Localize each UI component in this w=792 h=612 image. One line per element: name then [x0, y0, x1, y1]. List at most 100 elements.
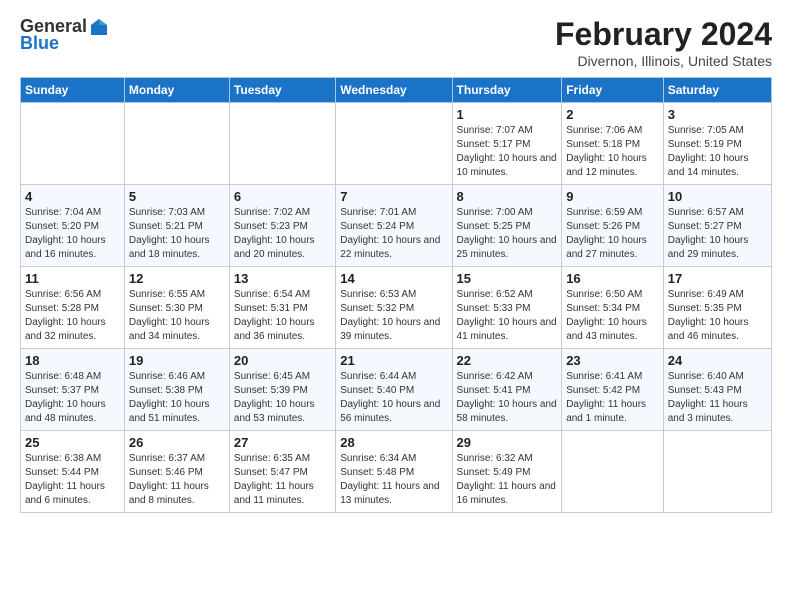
day-info: Sunrise: 7:02 AMSunset: 5:23 PMDaylight:… [234, 206, 331, 262]
col-wednesday: Wednesday [336, 78, 452, 103]
table-row: 9 Sunrise: 6:59 AMSunset: 5:26 PMDaylight… [562, 185, 664, 267]
table-row: 26 Sunrise: 6:37 AMSunset: 5:46 PMDayligh… [124, 431, 229, 513]
col-friday: Friday [562, 78, 664, 103]
table-row: 6 Sunrise: 7:02 AMSunset: 5:23 PMDaylight… [229, 185, 335, 267]
calendar-header-row: Sunday Monday Tuesday Wednesday Thursday… [21, 78, 772, 103]
table-row: 16Sunrise: 6:50 AMSunset: 5:34 PMDayligh… [562, 267, 664, 349]
day-number: 8 [457, 189, 558, 204]
day-number: 21 [340, 353, 447, 368]
day-info: Sunrise: 7:04 AMSunset: 5:20 PMDaylight:… [25, 206, 120, 262]
day-number: 24 [668, 353, 767, 368]
table-row [663, 431, 771, 513]
day-number: 25 [25, 435, 120, 450]
day-info: Sunrise: 6:44 AMSunset: 5:40 PMDaylight:… [340, 370, 447, 426]
day-info: Sunrise: 7:01 AMSunset: 5:24 PMDaylight:… [340, 206, 447, 262]
table-row: 25 Sunrise: 6:38 AMSunset: 5:44 PMDayligh… [21, 431, 125, 513]
day-info: Sunrise: 6:57 AMSunset: 5:27 PMDaylight:… [668, 206, 767, 262]
table-row: 20 Sunrise: 6:45 AMSunset: 5:39 PMDayligh… [229, 349, 335, 431]
table-row [124, 103, 229, 185]
table-row [336, 103, 452, 185]
day-info: Sunrise: 6:46 AMSunset: 5:38 PMDaylight:… [129, 370, 225, 426]
day-number: 27 [234, 435, 331, 450]
day-number: 2 [566, 107, 659, 122]
calendar-subtitle: Divernon, Illinois, United States [555, 53, 772, 69]
day-number: 23 [566, 353, 659, 368]
day-number: 10 [668, 189, 767, 204]
day-number: 4 [25, 189, 120, 204]
day-number: 22 [457, 353, 558, 368]
day-number: 29 [457, 435, 558, 450]
calendar-week-row: 4 Sunrise: 7:04 AMSunset: 5:20 PMDaylight… [21, 185, 772, 267]
day-info: Sunrise: 7:00 AMSunset: 5:25 PMDaylight:… [457, 206, 558, 262]
table-row: 29 Sunrise: 6:32 AMSunset: 5:49 PMDayligh… [452, 431, 562, 513]
day-number: 9 [566, 189, 659, 204]
day-number: 19 [129, 353, 225, 368]
table-row: 13 Sunrise: 6:54 AMSunset: 5:31 PMDayligh… [229, 267, 335, 349]
day-info: Sunrise: 6:35 AMSunset: 5:47 PMDaylight:… [234, 452, 331, 508]
table-row: 15Sunrise: 6:52 AMSunset: 5:33 PMDayligh… [452, 267, 562, 349]
col-saturday: Saturday [663, 78, 771, 103]
table-row: 12 Sunrise: 6:55 AMSunset: 5:30 PMDayligh… [124, 267, 229, 349]
page-header: General Blue February 2024 Divernon, Ill… [20, 16, 772, 69]
day-number: 18 [25, 353, 120, 368]
day-number: 20 [234, 353, 331, 368]
day-info: Sunrise: 6:53 AMSunset: 5:32 PMDaylight:… [340, 288, 447, 344]
table-row: 8 Sunrise: 7:00 AMSunset: 5:25 PMDaylight… [452, 185, 562, 267]
day-number: 12 [129, 271, 225, 286]
table-row: 28 Sunrise: 6:34 AMSunset: 5:48 PMDayligh… [336, 431, 452, 513]
col-monday: Monday [124, 78, 229, 103]
day-info: Sunrise: 6:32 AMSunset: 5:49 PMDaylight:… [457, 452, 558, 508]
table-row: 10 Sunrise: 6:57 AMSunset: 5:27 PMDayligh… [663, 185, 771, 267]
day-info: Sunrise: 6:42 AMSunset: 5:41 PMDaylight:… [457, 370, 558, 426]
day-info: Sunrise: 6:37 AMSunset: 5:46 PMDaylight:… [129, 452, 225, 508]
table-row: 21 Sunrise: 6:44 AMSunset: 5:40 PMDayligh… [336, 349, 452, 431]
table-row: 19 Sunrise: 6:46 AMSunset: 5:38 PMDayligh… [124, 349, 229, 431]
table-row [562, 431, 664, 513]
day-info: Sunrise: 6:59 AMSunset: 5:26 PMDaylight:… [566, 206, 659, 262]
table-row: 2 Sunrise: 7:06 AMSunset: 5:18 PMDaylight… [562, 103, 664, 185]
table-row: 18 Sunrise: 6:48 AMSunset: 5:37 PMDayligh… [21, 349, 125, 431]
day-number: 11 [25, 271, 120, 286]
day-info: Sunrise: 6:54 AMSunset: 5:31 PMDaylight:… [234, 288, 331, 344]
day-number: 6 [234, 189, 331, 204]
day-info: Sunrise: 6:40 AMSunset: 5:43 PMDaylight:… [668, 370, 767, 426]
day-number: 13 [234, 271, 331, 286]
calendar-title: February 2024 [555, 16, 772, 53]
table-row [21, 103, 125, 185]
day-info: Sunrise: 6:49 AMSunset: 5:35 PMDaylight:… [668, 288, 767, 344]
col-thursday: Thursday [452, 78, 562, 103]
day-info: Sunrise: 7:03 AMSunset: 5:21 PMDaylight:… [129, 206, 225, 262]
day-info: Sunrise: 6:45 AMSunset: 5:39 PMDaylight:… [234, 370, 331, 426]
day-number: 17 [668, 271, 767, 286]
calendar-week-row: 11Sunrise: 6:56 AMSunset: 5:28 PMDayligh… [21, 267, 772, 349]
calendar-week-row: 25 Sunrise: 6:38 AMSunset: 5:44 PMDayligh… [21, 431, 772, 513]
day-info: Sunrise: 6:41 AMSunset: 5:42 PMDaylight:… [566, 370, 659, 426]
day-info: Sunrise: 6:34 AMSunset: 5:48 PMDaylight:… [340, 452, 447, 508]
table-row: 24 Sunrise: 6:40 AMSunset: 5:43 PMDayligh… [663, 349, 771, 431]
table-row: 3Sunrise: 7:05 AMSunset: 5:19 PMDaylight… [663, 103, 771, 185]
day-number: 14 [340, 271, 447, 286]
table-row: 14 Sunrise: 6:53 AMSunset: 5:32 PMDayligh… [336, 267, 452, 349]
table-row: 27 Sunrise: 6:35 AMSunset: 5:47 PMDayligh… [229, 431, 335, 513]
day-number: 5 [129, 189, 225, 204]
day-info: Sunrise: 6:55 AMSunset: 5:30 PMDaylight:… [129, 288, 225, 344]
day-number: 28 [340, 435, 447, 450]
table-row: 5 Sunrise: 7:03 AMSunset: 5:21 PMDaylight… [124, 185, 229, 267]
table-row [229, 103, 335, 185]
logo: General Blue [20, 16, 109, 54]
day-number: 1 [457, 107, 558, 122]
col-sunday: Sunday [21, 78, 125, 103]
title-section: February 2024 Divernon, Illinois, United… [555, 16, 772, 69]
day-number: 26 [129, 435, 225, 450]
day-info: Sunrise: 6:48 AMSunset: 5:37 PMDaylight:… [25, 370, 120, 426]
table-row: 22 Sunrise: 6:42 AMSunset: 5:41 PMDayligh… [452, 349, 562, 431]
logo-icon [89, 17, 109, 37]
day-info: Sunrise: 6:38 AMSunset: 5:44 PMDaylight:… [25, 452, 120, 508]
table-row: 11Sunrise: 6:56 AMSunset: 5:28 PMDayligh… [21, 267, 125, 349]
day-info: Sunrise: 7:06 AMSunset: 5:18 PMDaylight:… [566, 124, 659, 180]
table-row: 7Sunrise: 7:01 AMSunset: 5:24 PMDaylight… [336, 185, 452, 267]
calendar-week-row: 1Sunrise: 7:07 AMSunset: 5:17 PMDaylight… [21, 103, 772, 185]
table-row: 1Sunrise: 7:07 AMSunset: 5:17 PMDaylight… [452, 103, 562, 185]
col-tuesday: Tuesday [229, 78, 335, 103]
table-row: 17 Sunrise: 6:49 AMSunset: 5:35 PMDayligh… [663, 267, 771, 349]
